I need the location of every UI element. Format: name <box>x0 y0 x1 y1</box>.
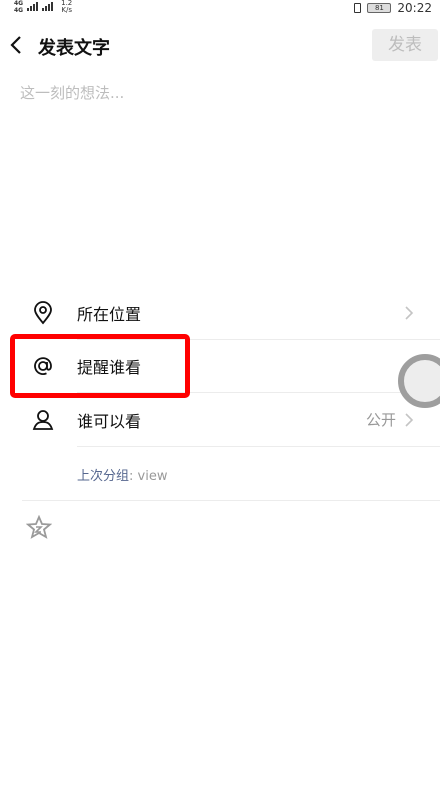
location-pin-icon <box>30 300 56 326</box>
header: 发表文字 发表 <box>0 26 440 64</box>
location-row[interactable]: 所在位置 <box>0 287 440 339</box>
status-left: 4G 4G 1.2 K/s <box>14 0 72 14</box>
chevron-right-icon <box>405 413 414 427</box>
highlight-box <box>10 334 190 398</box>
signal-icon-2 <box>42 2 54 11</box>
chevron-right-icon <box>405 306 414 320</box>
sim-indicator: 4G 4G <box>14 0 23 14</box>
battery-icon: 81 <box>367 3 392 13</box>
visibility-value: 公开 <box>365 411 396 429</box>
sim1-label: 4G <box>14 0 24 7</box>
visibility-label: 谁可以看 <box>77 412 142 431</box>
compose-input[interactable]: 这一刻的想法... <box>20 82 124 103</box>
visibility-row[interactable]: 谁可以看 公开 <box>0 394 440 446</box>
back-button[interactable] <box>4 30 28 60</box>
last-group-label: 上次分组 <box>77 469 130 484</box>
person-icon <box>30 407 56 433</box>
star-emoji-icon[interactable] <box>26 515 52 539</box>
last-group-value: view <box>137 469 168 484</box>
last-group[interactable]: 上次分组: view <box>77 465 167 484</box>
last-group-separator: : <box>129 469 138 484</box>
speed-unit: K/s <box>61 6 72 14</box>
network-speed: 1.2 K/s <box>61 0 72 14</box>
divider <box>77 446 440 447</box>
location-label: 所在位置 <box>77 305 142 324</box>
publish-button[interactable]: 发表 <box>372 29 438 61</box>
clock: 20:22 <box>397 1 432 15</box>
divider <box>22 500 440 501</box>
status-bar: 4G 4G 1.2 K/s 81 20:22 <box>0 0 440 18</box>
back-arrow-icon <box>10 36 21 54</box>
signal-icon <box>27 2 39 11</box>
vibrate-icon <box>354 3 362 13</box>
page-title: 发表文字 <box>38 38 110 59</box>
status-right: 81 20:22 <box>354 1 432 15</box>
sim2-label: 4G <box>14 7 24 14</box>
